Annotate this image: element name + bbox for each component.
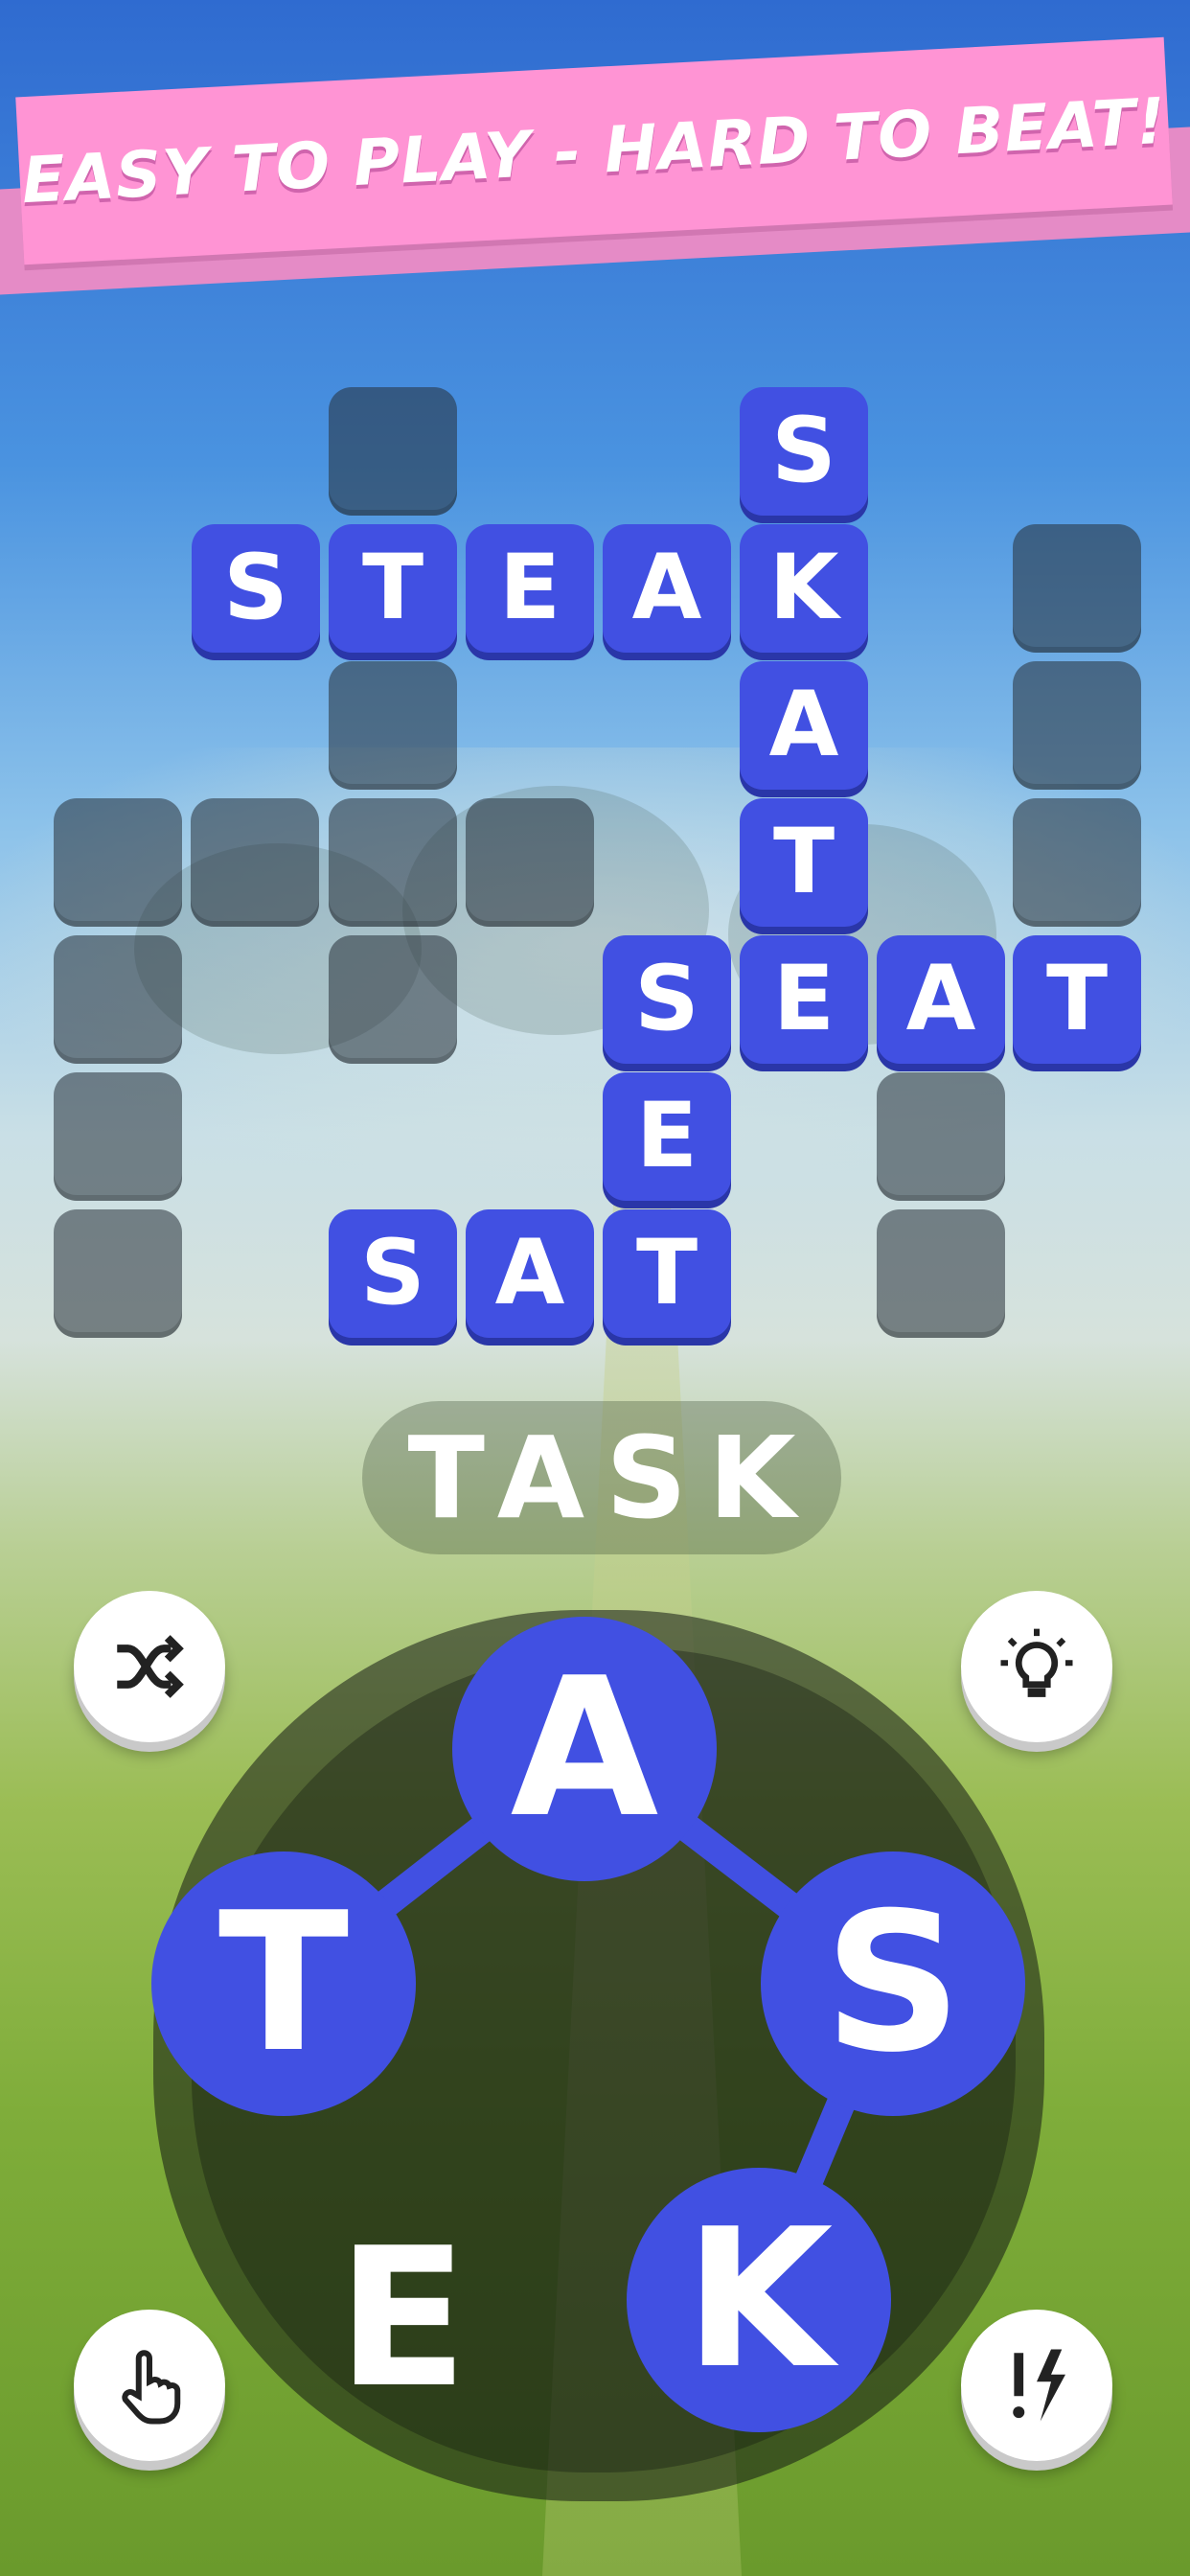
exclamation-lightning-icon (1013, 2349, 1065, 2422)
bonus-button[interactable] (961, 2310, 1112, 2461)
wheel-letter-e-label: E (336, 2207, 469, 2430)
wheel-letter-s-label: S (823, 1872, 963, 2095)
selection-path (269, 1735, 905, 2314)
wheel-letter-t-label: T (217, 1872, 350, 2095)
wheel-letter-k[interactable]: K (627, 2168, 891, 2432)
wheel-letter-a-label: A (510, 1637, 659, 1860)
lightbulb-icon (1000, 1628, 1073, 1697)
wheel-letter-s[interactable]: S (761, 1852, 1025, 2116)
shuffle-icon (117, 1635, 184, 1698)
hint-button[interactable] (961, 1591, 1112, 1742)
wheel-letter-k-label: K (684, 2188, 834, 2411)
finger-hint-button[interactable] (74, 2310, 225, 2461)
wheel-letter-a[interactable]: A (452, 1617, 717, 1881)
wheel-letter-t[interactable]: T (151, 1852, 416, 2116)
shuffle-button[interactable] (74, 1591, 225, 1742)
pointing-hand-icon (122, 2350, 181, 2425)
wheel-letter-e[interactable]: E (270, 2187, 535, 2451)
